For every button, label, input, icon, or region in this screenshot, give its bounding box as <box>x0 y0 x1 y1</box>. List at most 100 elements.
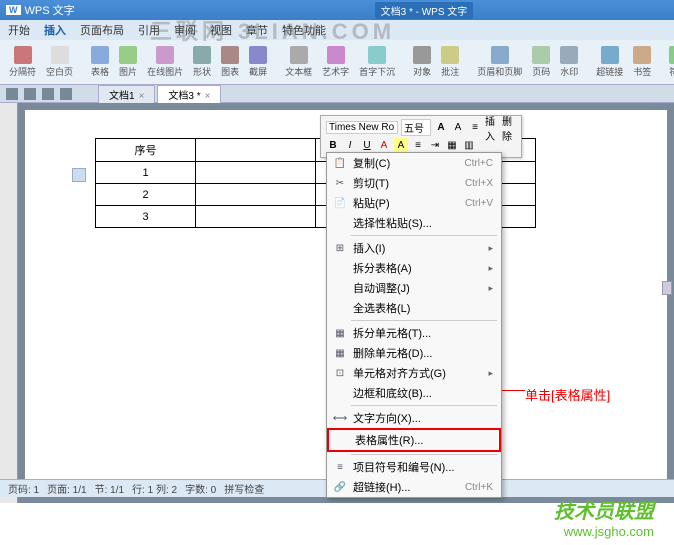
highlight-button[interactable]: A <box>394 138 408 152</box>
ribbon-button[interactable]: 截屏 <box>246 46 270 78</box>
menu-separator <box>351 235 497 236</box>
menu-item-icon <box>331 300 349 316</box>
context-menu-item[interactable]: 自动调整(J)▸ <box>327 278 501 298</box>
ribbon-label: 页码 <box>532 65 550 78</box>
italic-button[interactable]: I <box>343 138 357 152</box>
grow-font-button[interactable]: A <box>434 121 448 135</box>
menu-shortcut: Ctrl+K <box>465 482 497 493</box>
menu-item-icon: ▦ <box>331 345 349 361</box>
font-color-button[interactable]: A <box>377 138 391 152</box>
ribbon-button[interactable]: 符号 <box>666 46 674 78</box>
qab-icon[interactable] <box>42 88 54 100</box>
font-size-select[interactable]: 五号 <box>401 119 431 136</box>
submenu-arrow-icon: ▸ <box>488 283 497 294</box>
ribbon-label: 分隔符 <box>9 65 36 78</box>
ribbon-button[interactable]: 书签 <box>630 46 654 78</box>
ribbon-icon <box>560 46 578 64</box>
context-menu-item[interactable]: ⊞插入(I)▸ <box>327 238 501 258</box>
status-spell-check[interactable]: 拼写检查 <box>224 481 264 496</box>
font-select[interactable]: Times New Ro <box>326 121 398 134</box>
underline-button[interactable]: U <box>360 138 374 152</box>
table-cell[interactable] <box>196 206 316 228</box>
qab-icon[interactable] <box>60 88 72 100</box>
ribbon-button[interactable]: 艺术字 <box>319 46 352 78</box>
close-icon[interactable]: × <box>139 91 145 102</box>
insert-button[interactable]: 插入 <box>485 121 499 135</box>
merge-button[interactable]: ▦ <box>445 138 459 152</box>
ribbon-button[interactable]: 水印 <box>557 46 581 78</box>
ribbon-button[interactable]: 超链接 <box>593 46 626 78</box>
context-menu-item[interactable]: 全选表格(L) <box>327 298 501 318</box>
ribbon-button[interactable]: 表格 <box>88 46 112 78</box>
menu-item-icon: ⊡ <box>331 365 349 381</box>
menu-item[interactable]: 特色功能 <box>282 22 326 38</box>
menu-item[interactable]: 插入 <box>44 22 66 38</box>
ribbon-button[interactable]: 批注 <box>438 46 462 78</box>
ribbon-label: 艺术字 <box>322 65 349 78</box>
context-menu-item[interactable]: ▦删除单元格(D)... <box>327 343 501 363</box>
context-menu-item[interactable]: 表格属性(R)... <box>327 428 501 452</box>
ribbon-label: 对象 <box>413 65 431 78</box>
qab-icon[interactable] <box>24 88 36 100</box>
menu-item[interactable]: 审阅 <box>174 22 196 38</box>
indent-button[interactable]: ⇥ <box>428 138 442 152</box>
document-tab[interactable]: 文档1× <box>98 85 155 103</box>
ribbon-button[interactable]: 页眉和页脚 <box>474 46 525 78</box>
menu-item[interactable]: 引用 <box>138 22 160 38</box>
context-menu-item[interactable]: 📋复制(C)Ctrl+C <box>327 153 501 173</box>
ribbon-label: 首字下沉 <box>359 65 395 78</box>
menu-item-icon <box>333 432 351 448</box>
context-menu-item[interactable]: ≡项目符号和编号(N)... <box>327 457 501 477</box>
ribbon-button[interactable]: 图表 <box>218 46 242 78</box>
context-menu-item[interactable]: ✂剪切(T)Ctrl+X <box>327 173 501 193</box>
ribbon-icon <box>193 46 211 64</box>
context-menu-item[interactable]: 🔗超链接(H)...Ctrl+K <box>327 477 501 497</box>
menu-item[interactable]: 章节 <box>246 22 268 38</box>
menu-item[interactable]: 视图 <box>210 22 232 38</box>
menu-item-label: 删除单元格(D)... <box>349 345 497 361</box>
side-panel-icon[interactable] <box>72 168 86 182</box>
shrink-font-button[interactable]: A <box>451 121 465 135</box>
ribbon-label: 截屏 <box>249 65 267 78</box>
ribbon-button[interactable]: 图片 <box>116 46 140 78</box>
split-button[interactable]: ▥ <box>462 138 476 152</box>
context-menu-item[interactable]: 边框和底纹(B)... <box>327 383 501 403</box>
align-button[interactable]: ≡ <box>411 138 425 152</box>
ribbon-button[interactable]: 分隔符 <box>6 46 39 78</box>
context-menu-item[interactable]: 📄粘贴(P)Ctrl+V <box>327 193 501 213</box>
menu-shortcut: Ctrl+V <box>465 198 497 209</box>
app-logo: W <box>6 5 21 15</box>
ribbon-label: 表格 <box>91 65 109 78</box>
context-menu-item[interactable]: ▦拆分单元格(T)... <box>327 323 501 343</box>
table-cell[interactable]: 1 <box>96 162 196 184</box>
context-menu-item[interactable]: 拆分表格(A)▸ <box>327 258 501 278</box>
ribbon-button[interactable]: 在线图片 <box>144 46 186 78</box>
menu-item-icon <box>331 260 349 276</box>
context-menu-item[interactable]: 选择性粘贴(S)... <box>327 213 501 233</box>
context-menu-item[interactable]: ⊡单元格对齐方式(G)▸ <box>327 363 501 383</box>
bold-button[interactable]: B <box>326 138 340 152</box>
table-cell[interactable]: 2 <box>96 184 196 206</box>
ribbon-button[interactable]: 文本框 <box>282 46 315 78</box>
qab-icon[interactable] <box>6 88 18 100</box>
menu-item-icon <box>331 280 349 296</box>
quick-access-bar: 文档1×文档3 *× <box>0 85 674 103</box>
scroll-handle[interactable] <box>662 281 672 295</box>
list-button[interactable]: ≡ <box>468 121 482 135</box>
menu-item[interactable]: 开始 <box>8 22 30 38</box>
ribbon-button[interactable]: 首字下沉 <box>356 46 398 78</box>
document-tab[interactable]: 文档3 *× <box>157 85 221 103</box>
menu-item[interactable]: 页面布局 <box>80 22 124 38</box>
context-menu-item[interactable]: ⟷文字方向(X)... <box>327 408 501 428</box>
delete-button[interactable]: 删除 <box>502 121 516 135</box>
table-header[interactable]: 序号 <box>96 139 196 162</box>
ribbon-button[interactable]: 页码 <box>529 46 553 78</box>
table-cell[interactable] <box>196 162 316 184</box>
ribbon-button[interactable]: 空白页 <box>43 46 76 78</box>
close-icon[interactable]: × <box>205 91 211 102</box>
table-cell[interactable]: 3 <box>96 206 196 228</box>
table-header[interactable] <box>196 139 316 162</box>
table-cell[interactable] <box>196 184 316 206</box>
ribbon-button[interactable]: 形状 <box>190 46 214 78</box>
ribbon-button[interactable]: 对象 <box>410 46 434 78</box>
